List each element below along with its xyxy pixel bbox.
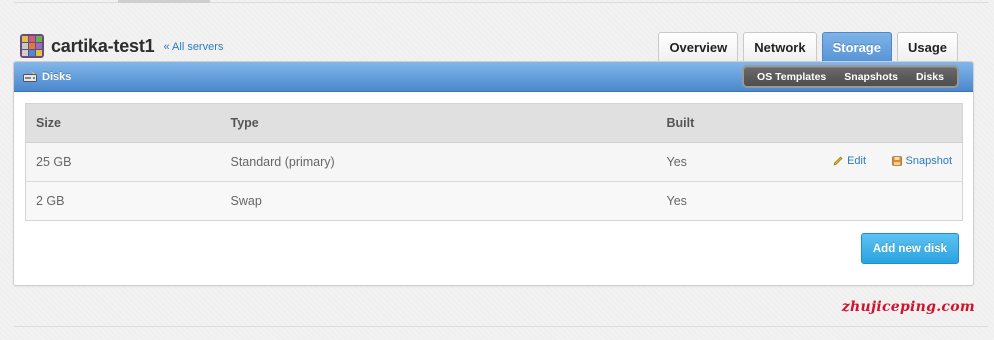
disks-panel: Disks OS Templates Snapshots Disks Size …	[13, 61, 974, 286]
cell-built: Yes	[656, 142, 797, 182]
tab-network[interactable]: Network	[743, 32, 817, 61]
disk-icon	[23, 70, 37, 82]
column-header-built: Built	[656, 103, 797, 143]
cell-actions: Edit Snapshot	[796, 142, 963, 182]
all-servers-link[interactable]: « All servers	[163, 41, 223, 53]
column-header-type: Type	[220, 103, 657, 143]
table-row: 2 GB Swap Yes	[25, 181, 963, 221]
cell-built: Yes	[656, 181, 797, 221]
subnav-snapshots[interactable]: Snapshots	[835, 71, 907, 83]
cell-size: 2 GB	[25, 181, 221, 221]
cell-size: 25 GB	[25, 142, 221, 182]
cell-type: Swap	[220, 181, 657, 221]
column-header-actions	[796, 103, 963, 143]
column-header-size: Size	[25, 103, 221, 143]
cell-actions	[796, 181, 963, 221]
pencil-icon	[833, 156, 843, 166]
table-row: 25 GB Standard (primary) Yes Edit Snapsh…	[25, 142, 963, 182]
disks-table: Size Type Built 25 GB Standard (primary)…	[25, 103, 963, 221]
panel-title-label: Disks	[42, 70, 72, 83]
tab-usage[interactable]: Usage	[896, 32, 958, 61]
tab-storage[interactable]: Storage	[821, 32, 892, 61]
server-header: cartika-test1 « All servers	[20, 34, 223, 58]
server-avatar-icon	[20, 34, 44, 58]
edit-disk-link[interactable]: Edit	[833, 155, 866, 167]
watermark: zhujiceping.com	[841, 299, 975, 315]
subnav-disks[interactable]: Disks	[907, 71, 953, 83]
table-header-row: Size Type Built	[25, 103, 963, 143]
snapshot-label: Snapshot	[905, 155, 952, 167]
edit-label: Edit	[847, 155, 867, 167]
panel-title: Disks	[23, 70, 72, 83]
bottom-divider	[14, 326, 988, 327]
tab-overview[interactable]: Overview	[658, 32, 739, 61]
panel-header-bar: Disks OS Templates Snapshots Disks	[14, 62, 973, 92]
storage-subnav: OS Templates Snapshots Disks	[742, 65, 959, 88]
subnav-os-templates[interactable]: OS Templates	[748, 71, 835, 83]
server-name: cartika-test1	[51, 35, 155, 56]
server-tabs: Overview Network Storage Usage	[658, 32, 958, 61]
add-new-disk-button[interactable]: Add new disk	[860, 233, 959, 264]
snapshot-disk-link[interactable]: Snapshot	[891, 155, 952, 167]
top-accent-bar	[118, 0, 210, 3]
snapshot-icon	[891, 156, 902, 166]
cell-type: Standard (primary)	[220, 142, 657, 182]
